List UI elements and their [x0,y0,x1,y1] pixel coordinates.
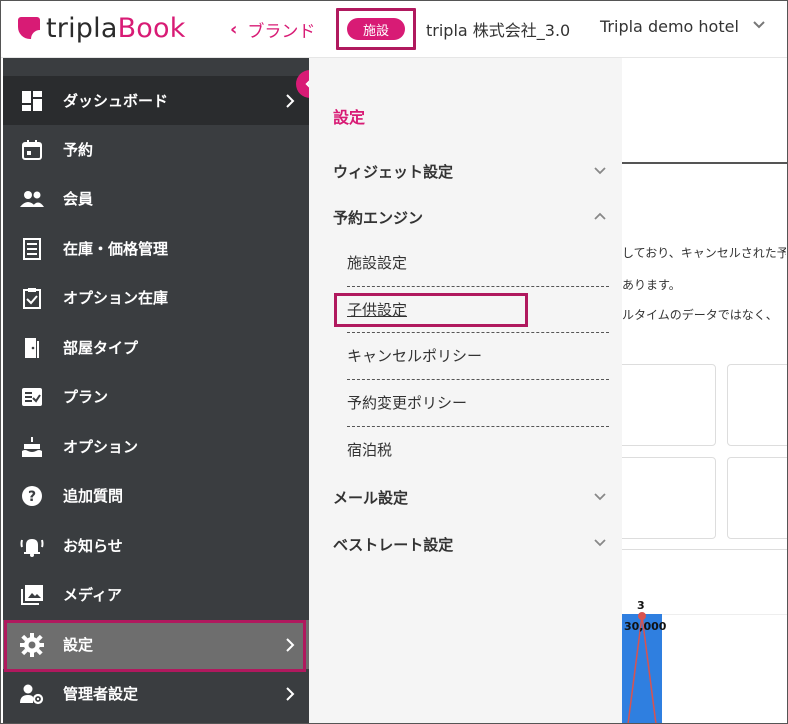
info-text-line: あります。 [622,278,681,292]
flyout-item-label: キャンセルポリシー [347,346,483,365]
calendar-icon [19,137,45,163]
tripla-book-logo[interactable]: triplaBook [18,12,186,44]
chevron-left-icon: ‹ [230,19,238,40]
sidebar-item-option-inventory[interactable]: オプション在庫 [3,273,309,322]
sidebar-item-dashboard[interactable]: ダッシュボード [3,76,309,125]
brand-back-link[interactable]: ‹ ブランド [230,17,315,42]
clipboard-check-icon [19,285,45,311]
sidebar-item-notifications[interactable]: お知らせ [3,521,309,570]
chevron-down-icon[interactable] [593,490,607,504]
flyout-section-booking-engine[interactable]: 予約エンジン [333,207,423,228]
chevron-right-icon [286,93,295,108]
bell-ring-icon [19,533,45,559]
media-gallery-icon [19,582,45,608]
flyout-item-accommodation-tax[interactable]: 宿泊税 [347,426,609,472]
people-icon [19,186,45,212]
chevron-down-icon[interactable] [593,164,607,178]
flyout-item-change-policy[interactable]: 予約変更ポリシー [347,379,609,425]
company-name: tripla 株式会社_3.0 [426,21,571,40]
sidebar-item-label: 在庫・価格管理 [63,240,169,258]
svg-text:?: ? [28,489,36,505]
sidebar-item-members[interactable]: 会員 [3,174,309,223]
inventory-icon [19,236,45,262]
hotel-selector[interactable]: Tripla demo hotel [600,17,739,36]
sidebar-item-label: ダッシュボード [63,92,169,110]
chevron-right-icon [286,686,295,701]
sidebar-item-label: オプション [63,438,139,456]
sidebar-item-label: 管理者設定 [63,685,139,703]
facility-button[interactable]: 施設 [347,18,405,40]
cake-icon [19,434,45,460]
logo-icon [18,17,40,39]
flyout-title: 設定 [333,108,366,127]
sidebar-item-plans[interactable]: プラン [3,372,309,421]
sidebar-item-options[interactable]: オプション [3,422,309,471]
chevron-up-icon[interactable] [593,209,607,223]
sidebar-item-inventory[interactable]: 在庫・価格管理 [3,224,309,273]
sidebar-item-media[interactable]: メディア [3,570,309,619]
dashboard-icon [19,88,45,114]
top-header: triplaBook ‹ ブランド 施設 tripla 株式会社_3.0 Tri… [0,0,788,58]
brand-link-label: ブランド [247,22,316,42]
flyout-item-cancel-policy[interactable]: キャンセルポリシー [347,332,609,378]
plan-checklist-icon [19,384,45,410]
stat-card [727,457,788,539]
sidebar-item-room-types[interactable]: 部屋タイプ [3,323,309,372]
facility-highlight-frame: 施設 [336,8,416,50]
sidebar-item-label: オプション在庫 [63,289,169,307]
flyout-item-label: 予約変更ポリシー [347,393,468,412]
stat-card [727,364,788,446]
settings-flyout: 設定 ウィジェット設定 予約エンジン 施設設定 子供設定 キャンセルポリシー 予… [309,58,622,724]
sidebar-item-admin-settings[interactable]: 管理者設定 [3,669,309,718]
info-text-line: ルタイムのデータではなく、 [622,308,778,322]
sidebar-item-label: メディア [63,586,122,604]
info-text-line: しており、キャンセルされた予 [622,246,786,260]
sidebar-item-label: 追加質問 [63,487,124,505]
flyout-section-mail[interactable]: メール設定 [333,487,408,508]
chevron-down-icon[interactable] [752,18,766,32]
stat-card [610,364,716,446]
flyout-section-widget[interactable]: ウィジェット設定 [333,161,453,182]
question-icon: ? [19,483,45,509]
divider [622,549,788,550]
flyout-item-facility-settings[interactable]: 施設設定 [347,239,609,285]
chart-data-label: 30,000 [624,620,667,633]
flyout-item-label: 施設設定 [347,253,408,272]
sidebar-item-label: 部屋タイプ [63,339,139,357]
sidebar-item-label: 会員 [63,190,94,208]
logo-text-tripla: tripla [46,12,118,44]
door-icon [19,335,45,361]
chevron-down-icon[interactable] [593,536,607,550]
sidebar-item-reservations[interactable]: 予約 [3,125,309,174]
chart-data-label: 3 [637,599,645,612]
settings-highlight-frame [4,620,306,672]
sidebar-item-additional-questions[interactable]: ? 追加質問 [3,471,309,520]
sidebar-item-label: 予約 [63,141,94,159]
admin-gear-icon [19,681,45,707]
tab-underline [622,162,788,164]
logo-text-book: Book [117,12,186,44]
child-settings-highlight-frame [334,293,528,327]
flyout-section-best-rate[interactable]: ベストレート設定 [333,534,453,555]
stat-card [610,457,716,539]
flyout-item-label: 宿泊税 [347,440,393,459]
sidebar-item-label: プラン [63,388,109,406]
sidebar-item-label: お知らせ [63,537,123,555]
